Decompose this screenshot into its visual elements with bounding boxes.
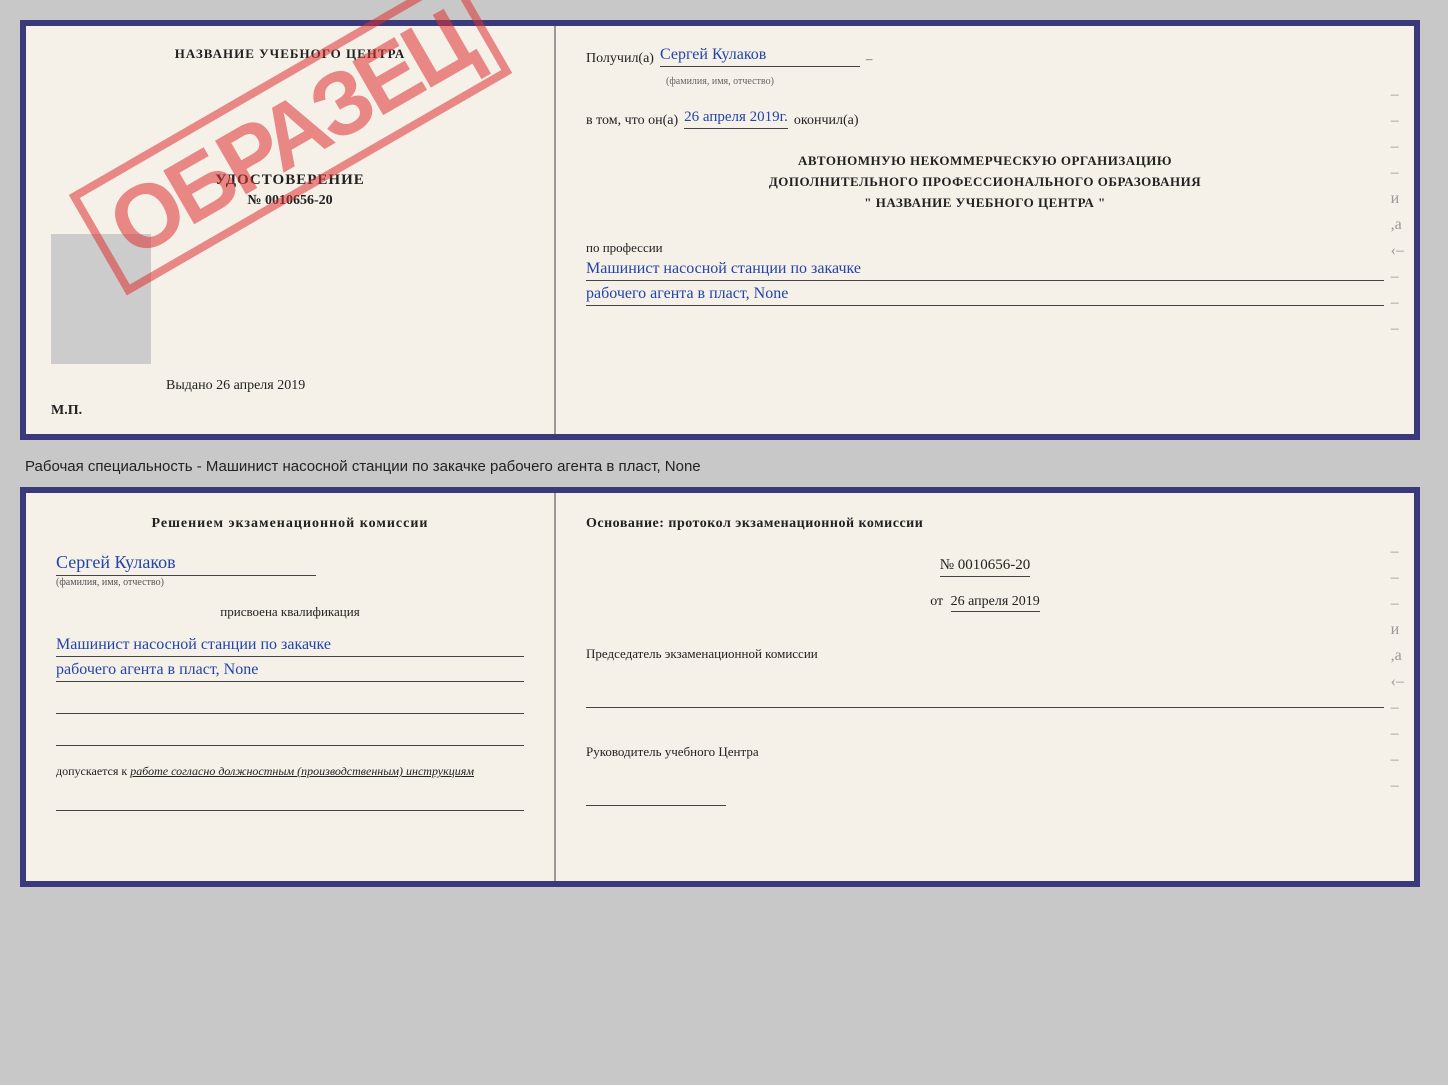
po-professii-label: по профессии xyxy=(586,240,1384,256)
between-text: Рабочая специальность - Машинист насосно… xyxy=(20,450,1428,477)
bottom-date-line: от 26 апреля 2019 xyxy=(586,594,1384,610)
udostoverenie-section: УДОСТОВЕРЕНИЕ № 0010656-20 xyxy=(215,152,365,209)
udostoverenie-label: УДОСТОВЕРЕНИЕ xyxy=(215,172,365,189)
poluchil-label: Получил(а) xyxy=(586,51,654,67)
date-row: в том, что он(а) 26 апреля 2019г. окончи… xyxy=(586,109,1384,129)
bottom-left-panel: Решением экзаменационной комиссии Сергей… xyxy=(26,493,556,881)
osnovanie-label: Основание: протокол экзаменационной коми… xyxy=(586,513,1384,534)
dash-3: – xyxy=(1391,138,1404,156)
rukovoditel-signature xyxy=(586,781,726,806)
dash-a: ,а xyxy=(1391,216,1404,234)
kval-line-1: Машинист насосной станции по закачке xyxy=(56,636,524,657)
dash-4: – xyxy=(1391,164,1404,182)
familiya-hint-top: (фамилия, имя, отчество) xyxy=(666,71,1384,89)
bottom-document: Решением экзаменационной комиссии Сергей… xyxy=(20,487,1420,887)
ot-label: от xyxy=(930,594,943,609)
bottom-right-panel: Основание: протокол экзаменационной коми… xyxy=(556,493,1414,881)
top-document: НАЗВАНИЕ УЧЕБНОГО ЦЕНТРА ОБРАЗЕЦ УДОСТОВ… xyxy=(20,20,1420,440)
bdash-1: – xyxy=(1391,543,1404,561)
blank-line-3 xyxy=(56,793,524,811)
predsedatel-label: Председатель экзаменационной комиссии xyxy=(586,645,1384,663)
dash-7: – xyxy=(1391,320,1404,338)
bdash-5: – xyxy=(1391,725,1404,743)
predsedatel-section: Председатель экзаменационной комиссии xyxy=(586,637,1384,708)
blank-line-1 xyxy=(56,696,524,714)
photo-placeholder xyxy=(51,234,151,364)
rukovoditel-label: Руководитель учебного Центра xyxy=(586,743,1384,761)
bdash-4: – xyxy=(1391,699,1404,717)
block-text-2: ДОПОЛНИТЕЛЬНОГО ПРОФЕССИОНАЛЬНОГО ОБРАЗО… xyxy=(586,172,1384,193)
bottom-name-section: Сергей Кулаков (фамилия, имя, отчество) xyxy=(56,552,524,588)
bottom-name-value: Сергей Кулаков xyxy=(56,552,316,576)
bdash-7: – xyxy=(1391,777,1404,795)
bdash-i: и xyxy=(1391,621,1404,639)
right-dashes-bottom: – – – и ,а ‹– – – – – xyxy=(1391,543,1404,795)
profession-line-2: рабочего агента в пласт, None xyxy=(586,285,1384,306)
block-text-1: АВТОНОМНУЮ НЕКОММЕРЧЕСКУЮ ОРГАНИЗАЦИЮ xyxy=(586,151,1384,172)
block-text-section: АВТОНОМНУЮ НЕКОММЕРЧЕСКУЮ ОРГАНИЗАЦИЮ ДО… xyxy=(586,151,1384,213)
proto-number: № 0010656-20 xyxy=(940,557,1031,577)
between-text-line1: Рабочая специальность - Машинист насосно… xyxy=(25,458,701,475)
top-doc-number: № 0010656-20 xyxy=(215,193,365,209)
kval-line-2: рабочего агента в пласт, None xyxy=(56,661,524,682)
mp-label: М.П. xyxy=(51,403,82,419)
bdash-3: – xyxy=(1391,595,1404,613)
page-wrapper: НАЗВАНИЕ УЧЕБНОГО ЦЕНТРА ОБРАЗЕЦ УДОСТОВ… xyxy=(20,20,1428,887)
vydano-line: Выдано 26 апреля 2019 xyxy=(166,378,305,394)
bdash-arrow: ‹– xyxy=(1391,673,1404,691)
dash-i: и xyxy=(1391,190,1404,208)
top-left-panel: НАЗВАНИЕ УЧЕБНОГО ЦЕНТРА ОБРАЗЕЦ УДОСТОВ… xyxy=(26,26,556,434)
prisvoena-label: присвоена квалификация xyxy=(56,604,524,620)
dash-arrow: ‹– xyxy=(1391,242,1404,260)
predsedatel-signature xyxy=(586,683,1384,708)
vtomchto-label: в том, что он(а) xyxy=(586,113,678,129)
date-value: 26 апреля 2019г. xyxy=(684,109,788,129)
okonchil-label: окончил(а) xyxy=(794,113,859,129)
kval-section: Машинист насосной станции по закачке раб… xyxy=(56,632,524,682)
bottom-date-value: 26 апреля 2019 xyxy=(951,594,1040,612)
bdash-2: – xyxy=(1391,569,1404,587)
bdash-6: – xyxy=(1391,751,1404,769)
familiya-hint-text: (фамилия, имя, отчество) xyxy=(666,76,774,87)
top-right-panel: Получил(а) Сергей Кулаков – (фамилия, им… xyxy=(556,26,1414,434)
dash-5: – xyxy=(1391,268,1404,286)
right-dashes-top: – – – – и ,а ‹– – – – xyxy=(1391,86,1404,338)
poluchil-value: Сергей Кулаков xyxy=(660,46,860,67)
dopuskaetsya-work: работе согласно должностным (производств… xyxy=(130,764,474,778)
bottom-name-hint: (фамилия, имя, отчество) xyxy=(56,577,524,588)
proto-number-section: № 0010656-20 xyxy=(586,556,1384,577)
dash-1: – xyxy=(1391,86,1404,104)
blank-line-2 xyxy=(56,728,524,746)
dash-6: – xyxy=(1391,294,1404,312)
bdash-a: ,а xyxy=(1391,647,1404,665)
dash-separator: – xyxy=(866,51,873,67)
resheniem-label: Решением экзаменационной комиссии xyxy=(56,513,524,534)
top-center-title: НАЗВАНИЕ УЧЕБНОГО ЦЕНТРА xyxy=(175,46,406,62)
poluchil-row: Получил(а) Сергей Кулаков – xyxy=(586,46,1384,67)
profession-section: по профессии Машинист насосной станции п… xyxy=(586,235,1384,306)
rukovoditel-section: Руководитель учебного Центра xyxy=(586,735,1384,806)
block-text-3: " НАЗВАНИЕ УЧЕБНОГО ЦЕНТРА " xyxy=(586,193,1384,214)
dopuskaetsya-label: допускается к xyxy=(56,764,127,778)
dopuskaetsya-section: допускается к работе согласно должностны… xyxy=(56,764,524,779)
dash-2: – xyxy=(1391,112,1404,130)
profession-line-1: Машинист насосной станции по закачке xyxy=(586,260,1384,281)
